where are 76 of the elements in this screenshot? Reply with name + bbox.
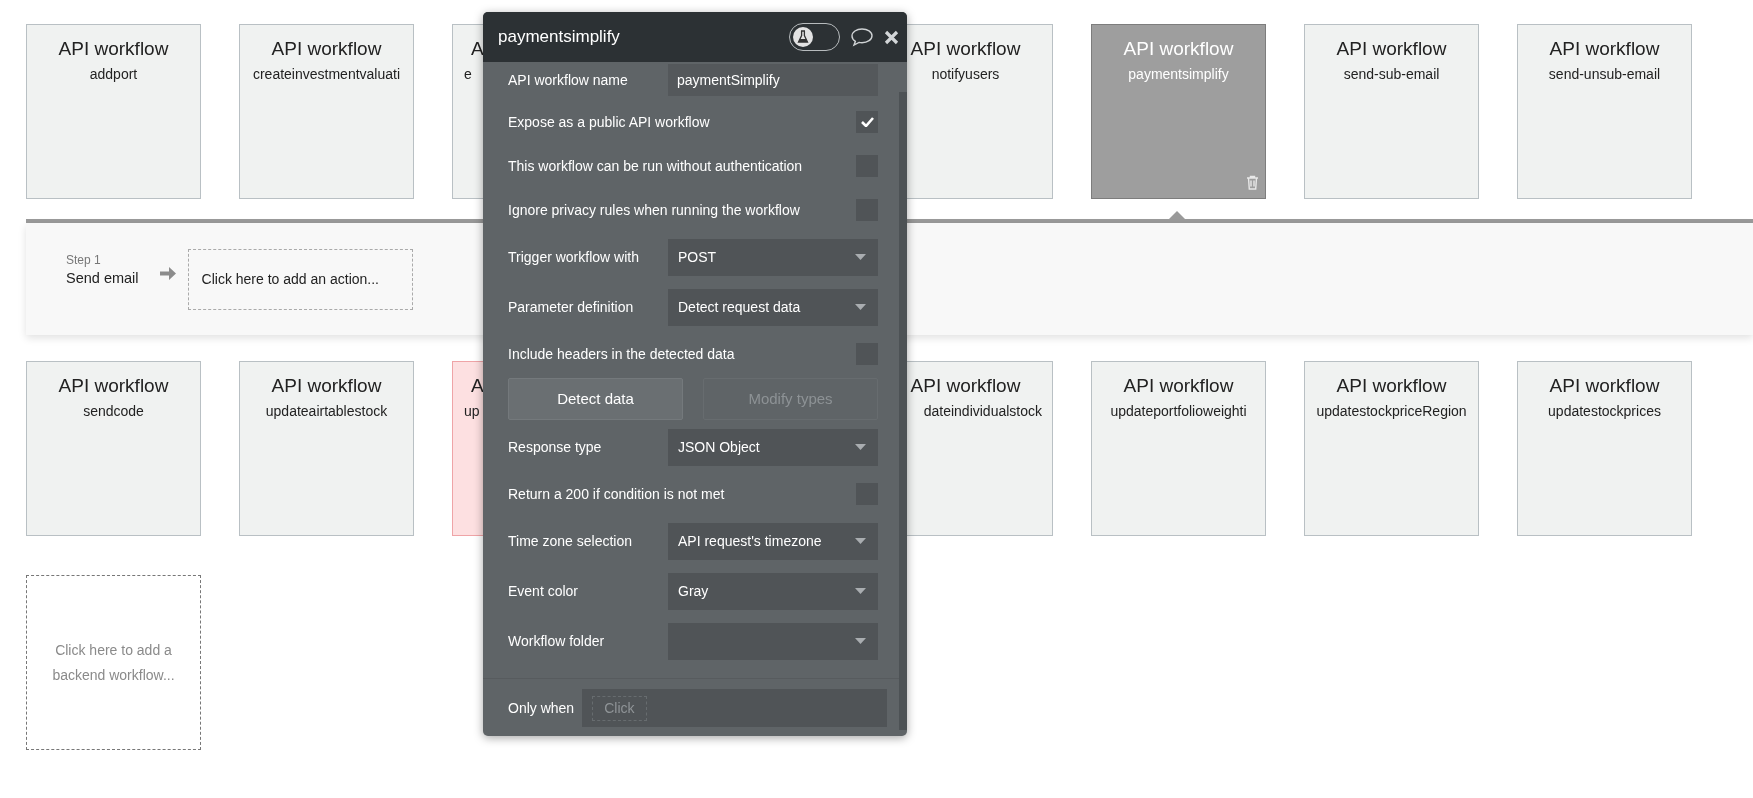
check-icon [860, 117, 874, 127]
caret-icon [855, 444, 866, 450]
dropdown[interactable]: JSON Object [668, 428, 878, 466]
name-field[interactable]: paymentSimplify [668, 64, 878, 96]
workflow-card[interactable]: API workflow updateairtablestock [239, 361, 414, 536]
card-subtitle: send-sub-email [1342, 65, 1441, 83]
caret-icon [855, 538, 866, 544]
checkbox-label: Include headers in the detected data [508, 344, 735, 364]
card-subtitle: updateairtablestock [264, 402, 389, 420]
field-label: Event color [508, 581, 579, 601]
trash-icon[interactable] [1246, 175, 1259, 190]
card-title: API workflow [1122, 37, 1235, 61]
card-title: A [471, 374, 484, 398]
checkbox[interactable] [856, 111, 878, 133]
card-subtitle: createinvestmentvaluati [251, 65, 402, 83]
flask-icon [793, 27, 813, 47]
card-subtitle: updateportfolioweighti [1109, 402, 1248, 420]
card-subtitle: paymentsimplify [1127, 65, 1230, 83]
workflow-card[interactable]: API workflow send-unsub-email [1517, 24, 1692, 199]
card-title: API workflow [909, 374, 1022, 398]
field-label: Time zone selection [508, 531, 632, 551]
step-name: Send email [66, 269, 139, 288]
panel-button[interactable]: Detect data [508, 378, 683, 420]
close-icon[interactable] [884, 29, 899, 45]
dropdown[interactable]: POST [668, 238, 878, 276]
workflow-card[interactable]: API workflow send-sub-email [1304, 24, 1479, 199]
workflow-card[interactable]: API workflow updateportfolioweighti [1091, 361, 1266, 536]
card-title: API workflow [1335, 37, 1448, 61]
field-label: Parameter definition [508, 297, 634, 317]
caret-icon [855, 638, 866, 644]
only-when-label: Only when [508, 698, 575, 718]
checkbox-label: This workflow can be run without authentication [508, 156, 803, 176]
card-subtitle: updatestockprices [1547, 402, 1662, 420]
arrow-right-icon [158, 265, 177, 282]
card-subtitle: updatestockpriceRegion [1315, 402, 1468, 420]
card-subtitle: send-unsub-email [1547, 65, 1662, 83]
card-title: API workflow [270, 374, 383, 398]
checkbox-label: Expose as a public API workflow [508, 112, 710, 132]
panel-title: paymentsimplify [498, 26, 620, 49]
card-title: A [471, 37, 484, 61]
comment-icon[interactable] [850, 27, 874, 47]
field-label: Response type [508, 437, 602, 457]
card-title: API workflow [57, 374, 170, 398]
field-label: Trigger workflow with [508, 247, 639, 267]
caret-icon [855, 254, 866, 260]
card-subtitle: e [464, 65, 472, 83]
card-subtitle: dateindividualstock [922, 402, 1043, 420]
card-subtitle: sendcode [82, 402, 145, 420]
card-title: API workflow [57, 37, 170, 61]
card-title: API workflow [1548, 374, 1661, 398]
workflow-card[interactable]: API workflow createinvestmentvaluati [239, 24, 414, 199]
card-title: API workflow [1122, 374, 1235, 398]
workflow-card[interactable]: API workflow addport [26, 24, 201, 199]
checkbox-label: Return a 200 if condition is not met [508, 484, 725, 504]
workflow-card[interactable]: API workflow sendcode [26, 361, 201, 536]
field-label: Workflow folder [508, 631, 605, 651]
dropdown[interactable]: Gray [668, 572, 878, 610]
card-subtitle: notifyusers [930, 65, 1001, 83]
card-title: API workflow [909, 37, 1022, 61]
checkbox-label: Ignore privacy rules when running the workflow [508, 200, 800, 220]
dropdown[interactable]: API request's timezone [668, 522, 878, 560]
caret-icon [855, 304, 866, 310]
add-workflow-button[interactable]: Click here to add a backend workflow... [26, 575, 201, 750]
card-title: API workflow [1548, 37, 1661, 61]
card-subtitle: up [464, 402, 480, 420]
dropdown[interactable] [668, 622, 878, 660]
step-number: Step 1 [66, 253, 102, 268]
card-title: API workflow [1335, 374, 1448, 398]
workflow-card[interactable]: API workflow updatestockpriceRegion [1304, 361, 1479, 536]
card-title: API workflow [270, 37, 383, 61]
field-label: API workflow name [508, 70, 628, 90]
dropdown[interactable]: Detect request data [668, 288, 878, 326]
workflow-card[interactable]: API workflow updatestockprices [1517, 361, 1692, 536]
add-action-button[interactable]: Click here to add an action... [187, 249, 413, 310]
caret-icon [855, 588, 866, 594]
card-subtitle: addport [88, 65, 139, 83]
